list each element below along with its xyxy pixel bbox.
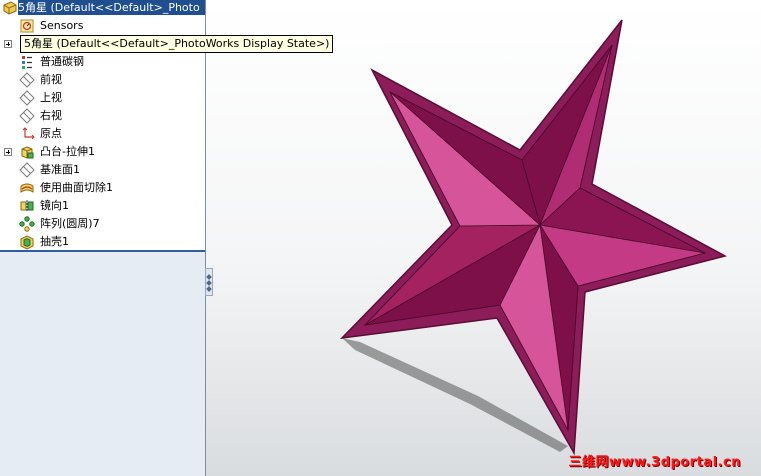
tree-item-front-plane[interactable]: 前视: [0, 71, 205, 89]
tree-item-label: 凸台-拉伸1: [40, 145, 95, 158]
expand-icon[interactable]: [4, 148, 12, 156]
tree-item-mirror[interactable]: 镜向1: [0, 197, 205, 215]
tree-item-material[interactable]: 普通碳钢: [0, 53, 205, 71]
plane-icon: [19, 90, 35, 106]
part-name-tooltip: 5角星 (Default<<Default>_PhotoWorks Displa…: [20, 35, 334, 53]
tree-root-part[interactable]: 5角星 (Default<<Default>_Photo: [0, 0, 205, 16]
collapse-arrow-icon: [206, 274, 212, 280]
feature-manager-tree: 5角星 (Default<<Default>_Photo Sensors 普通碳…: [0, 0, 206, 476]
tree-item-origin[interactable]: 原点: [0, 125, 205, 143]
tree-item-right-plane[interactable]: 右视: [0, 107, 205, 125]
tree-item-circular-pattern[interactable]: 阵列(圆周)7: [0, 215, 205, 233]
tree-item-shell[interactable]: 抽壳1: [0, 233, 205, 251]
tree-item-label: 抽壳1: [40, 235, 69, 248]
watermark: 三维网www.3dportal.cn: [568, 455, 741, 470]
tree-item-plane1[interactable]: 基准面1: [0, 161, 205, 179]
model-view: [339, 19, 728, 456]
tree-item-label: 普通碳钢: [40, 55, 84, 68]
tree-item-label: 上视: [40, 91, 62, 104]
material-icon: [22, 56, 32, 69]
collapse-arrow-icon: [206, 280, 212, 286]
panel-collapse-handle[interactable]: [205, 268, 213, 296]
collapse-arrow-icon: [206, 286, 212, 292]
tree-item-label: Sensors: [40, 19, 84, 32]
plane-icon: [19, 108, 35, 124]
tree-item-label: 前视: [40, 73, 62, 86]
tree-item-label: 原点: [40, 127, 62, 140]
sensors-icon: [20, 19, 34, 33]
tree-item-label: 使用曲面切除1: [40, 181, 113, 194]
part-name-label: 5角星 (Default<<Default>_Photo: [18, 0, 205, 15]
tree-item-label: 镜向1: [40, 199, 69, 212]
tree-item-label: 基准面1: [40, 163, 80, 176]
tree-item-label: 阵列(圆周)7: [40, 217, 100, 230]
origin-icon: [22, 127, 35, 140]
boss-extrude-icon: [21, 146, 34, 159]
tree-item-top-plane[interactable]: 上视: [0, 89, 205, 107]
solidworks-window: 5角星 (Default<<Default>_Photo Sensors 普通碳…: [0, 0, 761, 476]
tree-item-sensors[interactable]: Sensors: [0, 17, 205, 35]
tree-item-label: 右视: [40, 109, 62, 122]
shell-icon: [20, 235, 34, 250]
part-icon: [3, 1, 17, 15]
graphics-area[interactable]: 三维网www.3dportal.cn: [206, 0, 761, 476]
tree-item-surface-cut[interactable]: 使用曲面切除1: [0, 179, 205, 197]
circular-pattern-icon: [19, 216, 35, 232]
tree-item-boss-extrude[interactable]: 凸台-拉伸1: [0, 143, 205, 161]
plane-icon: [19, 162, 35, 178]
mirror-icon: [20, 200, 34, 212]
surface-cut-icon: [20, 183, 34, 193]
plane-icon: [19, 72, 35, 88]
expand-icon[interactable]: [4, 40, 12, 48]
